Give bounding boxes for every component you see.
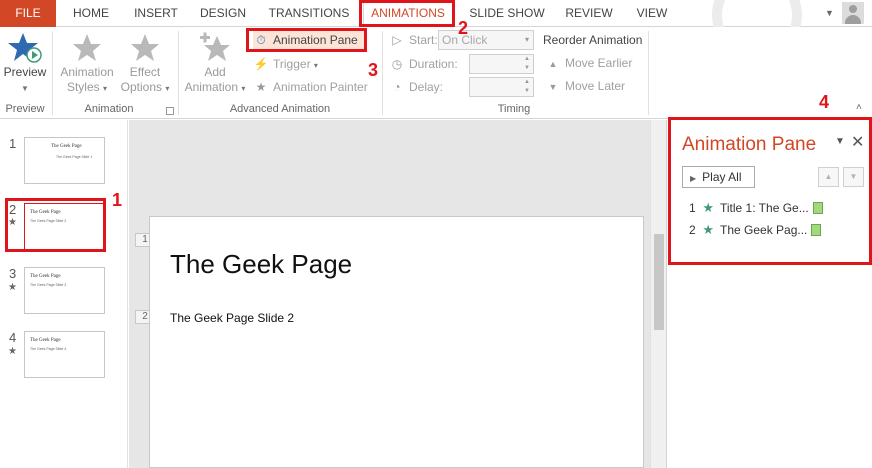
group-divider	[382, 31, 383, 115]
add-animation-button[interactable]: Add Animation ▾	[182, 31, 248, 101]
animation-styles-star-icon	[73, 34, 101, 61]
callout-number-2: 2	[458, 18, 469, 38]
effect-options-star-icon	[131, 34, 159, 61]
move-earlier-icon: ▲	[548, 59, 558, 69]
thumb-animation-star-icon: ★	[8, 346, 17, 357]
highlight-box-animations-tab	[359, 0, 455, 27]
thumb-number-3: 3	[9, 266, 17, 281]
user-avatar-icon[interactable]	[842, 2, 864, 24]
tab-design[interactable]: DESIGN	[193, 0, 253, 27]
highlight-box-slide-2	[5, 198, 106, 252]
tab-slide-show[interactable]: SLIDE SHOW	[465, 0, 549, 27]
animation-painter-label: Animation Painter	[273, 80, 368, 94]
group-divider	[178, 31, 179, 115]
duration-label: ◷ Duration:	[389, 54, 458, 74]
group-label-animation: Animation	[84, 103, 134, 115]
duration-field[interactable]: ▲ ▼	[469, 54, 534, 74]
effect-options-button[interactable]: Effect Options ▾	[118, 31, 172, 101]
group-label-preview: Preview	[5, 103, 45, 115]
add-animation-star-icon	[200, 32, 230, 61]
add-animation-label-1: Add	[204, 65, 226, 79]
trigger-caret-icon: ▾	[313, 61, 318, 70]
group-divider	[52, 31, 53, 115]
start-label-text: Start:	[409, 33, 438, 47]
effect-options-label-1: Effect	[129, 65, 161, 79]
tab-file[interactable]: FILE	[0, 0, 56, 27]
duration-clock-icon: ◷	[391, 57, 403, 71]
thumb-sub: The Geek Page Slide 3	[30, 283, 67, 287]
scrollbar-thumb[interactable]	[654, 234, 664, 330]
group-label-timing: Timing	[497, 103, 531, 115]
tab-home[interactable]: HOME	[62, 0, 120, 27]
add-animation-label-2: Animation	[184, 80, 238, 94]
thumb-title: The Geek Page	[30, 274, 61, 279]
duration-spinner-icon[interactable]: ▲ ▼	[521, 55, 533, 73]
animation-styles-button[interactable]: Animation Styles ▾	[56, 31, 118, 101]
slide-canvas[interactable]: The Geek Page The Geek Page Slide 2	[149, 216, 644, 468]
thumb-number-1: 1	[9, 136, 17, 151]
effect-options-label-2: Options	[120, 80, 162, 94]
trigger-label: Trigger	[273, 57, 311, 71]
tab-insert[interactable]: INSERT	[128, 0, 184, 27]
tab-transitions[interactable]: TRANSITIONS	[264, 0, 354, 27]
animation-styles-label-2: Styles	[66, 80, 100, 94]
slide-thumbnail-4[interactable]: The Geek Page The Geek Page Slide 4	[24, 331, 105, 378]
thumb-number-4: 4	[9, 330, 17, 345]
preview-label: Preview	[3, 65, 47, 79]
thumb-animation-star-icon: ★	[8, 282, 17, 293]
callout-number-1: 1	[112, 190, 123, 210]
move-earlier-label: Move Earlier	[565, 56, 633, 70]
slide-thumbnails-pane: 1 The Geek Page The Geek Page Slide 1 2 …	[0, 120, 128, 468]
ribbon: Preview ▼ Preview Animation Styles ▾ Eff…	[0, 27, 872, 119]
delay-field[interactable]: ▲ ▼	[469, 77, 534, 97]
ribbon-options-caret-icon[interactable]: ▼	[825, 8, 834, 18]
callout-number-4: 4	[819, 92, 830, 112]
tab-review[interactable]: REVIEW	[558, 0, 620, 27]
callout-number-3: 3	[368, 60, 379, 80]
slide-title[interactable]: The Geek Page	[170, 249, 352, 280]
animation-styles-caret-icon: ▾	[103, 84, 108, 93]
effect-options-caret-icon: ▾	[165, 84, 170, 93]
animation-painter-icon: ★	[255, 80, 267, 94]
animation-dialog-launcher-icon[interactable]	[166, 107, 174, 115]
move-later-label: Move Later	[565, 79, 626, 93]
preview-star-icon	[8, 33, 42, 63]
move-earlier-button[interactable]: ▲ Move Earlier	[545, 53, 633, 73]
start-play-icon: ▷	[392, 33, 402, 47]
duration-label-text: Duration:	[409, 57, 458, 71]
start-select[interactable]: On Click ▾	[438, 30, 534, 50]
vertical-scrollbar[interactable]	[650, 120, 666, 468]
group-divider	[648, 31, 649, 115]
slide-thumbnail-1[interactable]: The Geek Page The Geek Page Slide 1	[24, 137, 105, 184]
move-later-button[interactable]: ▼ Move Later	[545, 76, 626, 96]
animation-styles-label-1: Animation	[60, 65, 114, 79]
move-later-icon: ▼	[548, 82, 558, 92]
add-animation-caret-icon: ▾	[241, 84, 246, 93]
slide-subtitle[interactable]: The Geek Page Slide 2	[170, 311, 294, 325]
animation-painter-button[interactable]: ★ Animation Painter	[253, 77, 368, 97]
slide-thumbnail-3[interactable]: The Geek Page The Geek Page Slide 3	[24, 267, 105, 314]
group-label-advanced-animation: Advanced Animation	[229, 103, 331, 115]
delay-spinner-icon[interactable]: ▲ ▼	[521, 78, 533, 96]
preview-button[interactable]: Preview ▼	[2, 31, 48, 101]
highlight-box-animation-pane	[246, 28, 367, 52]
trigger-icon: ⚡	[253, 57, 269, 71]
slide-editing-area: 1 2 The Geek Page The Geek Page Slide 2	[129, 120, 666, 468]
thumb-sub: The Geek Page Slide 4	[30, 347, 67, 351]
preview-caret-icon[interactable]: ▼	[21, 84, 29, 93]
highlight-box-animation-pane-panel	[668, 117, 872, 265]
delay-label: ◔ Delay:	[389, 77, 443, 97]
start-dropdown-icon[interactable]: ▾	[521, 31, 533, 49]
trigger-button[interactable]: ⚡ Trigger ▾	[253, 54, 318, 74]
collapse-ribbon-icon[interactable]: ˄	[856, 102, 862, 113]
thumb-title: The Geek Page	[30, 338, 61, 343]
start-label: ▷ Start:	[389, 30, 438, 50]
reorder-animation-title: Reorder Animation	[543, 33, 643, 47]
thumb-sub: The Geek Page Slide 1	[56, 155, 93, 159]
delay-label-text: Delay:	[409, 80, 444, 94]
tab-view[interactable]: VIEW	[630, 0, 674, 27]
thumb-title: The Geek Page	[51, 144, 82, 149]
delay-clock-icon: ◔	[393, 80, 401, 94]
